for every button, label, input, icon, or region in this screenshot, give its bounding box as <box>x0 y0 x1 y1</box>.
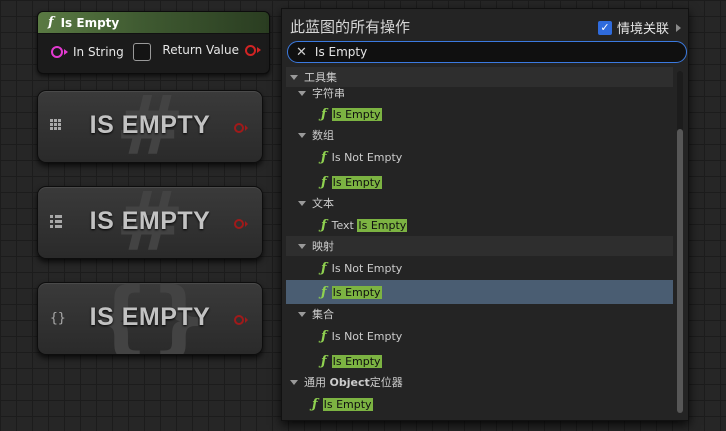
context-sensitive-toggle[interactable]: ✓ 情境关联 <box>597 18 681 37</box>
action-label-match: Is Empty <box>331 354 382 368</box>
function-icon: ƒ <box>321 260 327 276</box>
category-label-bold: Object <box>329 375 370 389</box>
checkbox-checked-icon[interactable]: ✓ <box>597 20 612 35</box>
category-label: 映射 <box>312 240 334 253</box>
function-icon: ƒ <box>321 149 327 165</box>
action-label-prefix: Text <box>331 218 358 232</box>
expand-arrow-icon[interactable] <box>290 74 298 80</box>
search-input[interactable] <box>314 45 655 59</box>
category-object-locator[interactable]: 通用 Object 定位器 <box>286 372 673 392</box>
pin-arrow-icon <box>245 125 248 131</box>
pin-arrow-icon <box>245 317 248 323</box>
function-icon: ƒ <box>321 284 327 300</box>
action-label: Is Not Empty <box>331 150 403 164</box>
category-array[interactable]: 数组 <box>286 125 673 145</box>
bool-pin-icon[interactable] <box>245 44 256 56</box>
in-string-value-box[interactable] <box>132 43 151 61</box>
category-map[interactable]: 映射 <box>286 236 673 256</box>
function-icon: f <box>48 15 54 30</box>
action-item-map-is-empty[interactable]: ƒ Is Empty <box>286 280 673 304</box>
bool-pin-icon[interactable] <box>234 219 244 229</box>
scrollbar-thumb[interactable] <box>677 129 683 413</box>
in-string-pin[interactable]: In String <box>51 43 151 61</box>
is-empty-map-compact-node[interactable]: {} {} IS EMPTY <box>37 282 263 355</box>
output-pin[interactable] <box>234 219 248 229</box>
is-empty-function-node[interactable]: f Is Empty In String Return Value <box>37 11 270 74</box>
return-value-label: Return Value <box>162 43 239 57</box>
action-item-map-is-not-empty[interactable]: ƒ Is Not Empty <box>286 258 673 278</box>
category-set[interactable]: 集合 <box>286 304 673 324</box>
expand-arrow-icon[interactable] <box>290 379 298 385</box>
category-label-suffix: 定位器 <box>369 376 403 389</box>
action-label-match: Is Empty <box>331 107 382 121</box>
output-pin[interactable] <box>234 315 248 325</box>
compact-node-title: IS EMPTY <box>89 111 211 139</box>
category-string[interactable]: 字符串 <box>286 83 673 103</box>
chevron-right-icon[interactable] <box>676 23 681 32</box>
menu-header: 此蓝图的所有操作 ✓ 情境关联 <box>282 9 688 42</box>
category-label: 文本 <box>312 197 334 210</box>
expand-arrow-icon[interactable] <box>298 90 306 96</box>
action-label: Is Not Empty <box>331 329 403 343</box>
function-icon: ƒ <box>321 174 327 190</box>
bool-pin-icon[interactable] <box>234 315 244 325</box>
function-icon: ƒ <box>321 106 327 122</box>
function-icon: ƒ <box>312 396 318 412</box>
output-pin[interactable] <box>234 123 248 133</box>
bool-pin-icon[interactable] <box>234 123 244 133</box>
action-label-match: Is Empty <box>357 218 408 232</box>
pin-arrow-icon <box>257 47 261 53</box>
function-icon: ƒ <box>321 217 327 233</box>
pin-arrow-icon <box>245 221 248 227</box>
action-menu: 此蓝图的所有操作 ✓ 情境关联 ✕ 工具集 字符串 ƒ Is Empty 数组 <box>281 8 689 421</box>
close-icon[interactable]: ✕ <box>296 45 307 60</box>
context-sensitive-label: 情境关联 <box>616 22 669 37</box>
function-icon: ƒ <box>321 353 327 369</box>
action-item-text-is-empty[interactable]: ƒ Text Is Empty <box>286 215 673 235</box>
action-item-string-is-empty[interactable]: ƒ Is Empty <box>286 104 673 124</box>
action-item-array-is-not-empty[interactable]: ƒ Is Not Empty <box>286 147 673 167</box>
category-text[interactable]: 文本 <box>286 193 673 213</box>
scrollbar[interactable] <box>677 71 683 413</box>
string-pin-icon[interactable] <box>51 46 63 58</box>
action-item-set-is-empty[interactable]: ƒ Is Empty <box>286 351 673 371</box>
action-item-object-is-empty[interactable]: ƒ Is Empty <box>286 394 673 414</box>
node-header: f Is Empty <box>38 12 269 34</box>
action-item-set-is-not-empty[interactable]: ƒ Is Not Empty <box>286 326 673 346</box>
is-empty-array-compact-node[interactable]: # IS EMPTY <box>37 90 263 163</box>
action-item-array-is-empty[interactable]: ƒ Is Empty <box>286 172 673 192</box>
expand-arrow-icon[interactable] <box>298 200 306 206</box>
function-icon: ƒ <box>321 328 327 344</box>
search-box: ✕ <box>287 41 687 63</box>
pin-arrow-icon <box>64 49 68 55</box>
in-string-label: In String <box>73 45 124 59</box>
is-empty-set-compact-node[interactable]: # IS EMPTY <box>37 186 263 259</box>
action-label-match: Is Empty <box>331 175 382 189</box>
action-label: Is Not Empty <box>331 261 403 275</box>
expand-arrow-icon[interactable] <box>298 132 306 138</box>
compact-node-title: IS EMPTY <box>89 207 211 235</box>
expand-arrow-icon[interactable] <box>298 243 306 249</box>
compact-node-title: IS EMPTY <box>89 303 211 331</box>
action-label-match: Is Empty <box>331 285 382 299</box>
category-label-prefix: 通用 <box>304 376 330 389</box>
menu-title: 此蓝图的所有操作 <box>290 18 411 36</box>
action-label-match: Is Empty <box>322 397 373 411</box>
return-value-pin[interactable]: Return Value <box>162 43 261 57</box>
node-title: Is Empty <box>60 15 120 30</box>
category-label: 集合 <box>312 308 334 321</box>
category-label: 字符串 <box>312 87 345 100</box>
category-label: 数组 <box>312 129 334 142</box>
expand-arrow-icon[interactable] <box>298 311 306 317</box>
